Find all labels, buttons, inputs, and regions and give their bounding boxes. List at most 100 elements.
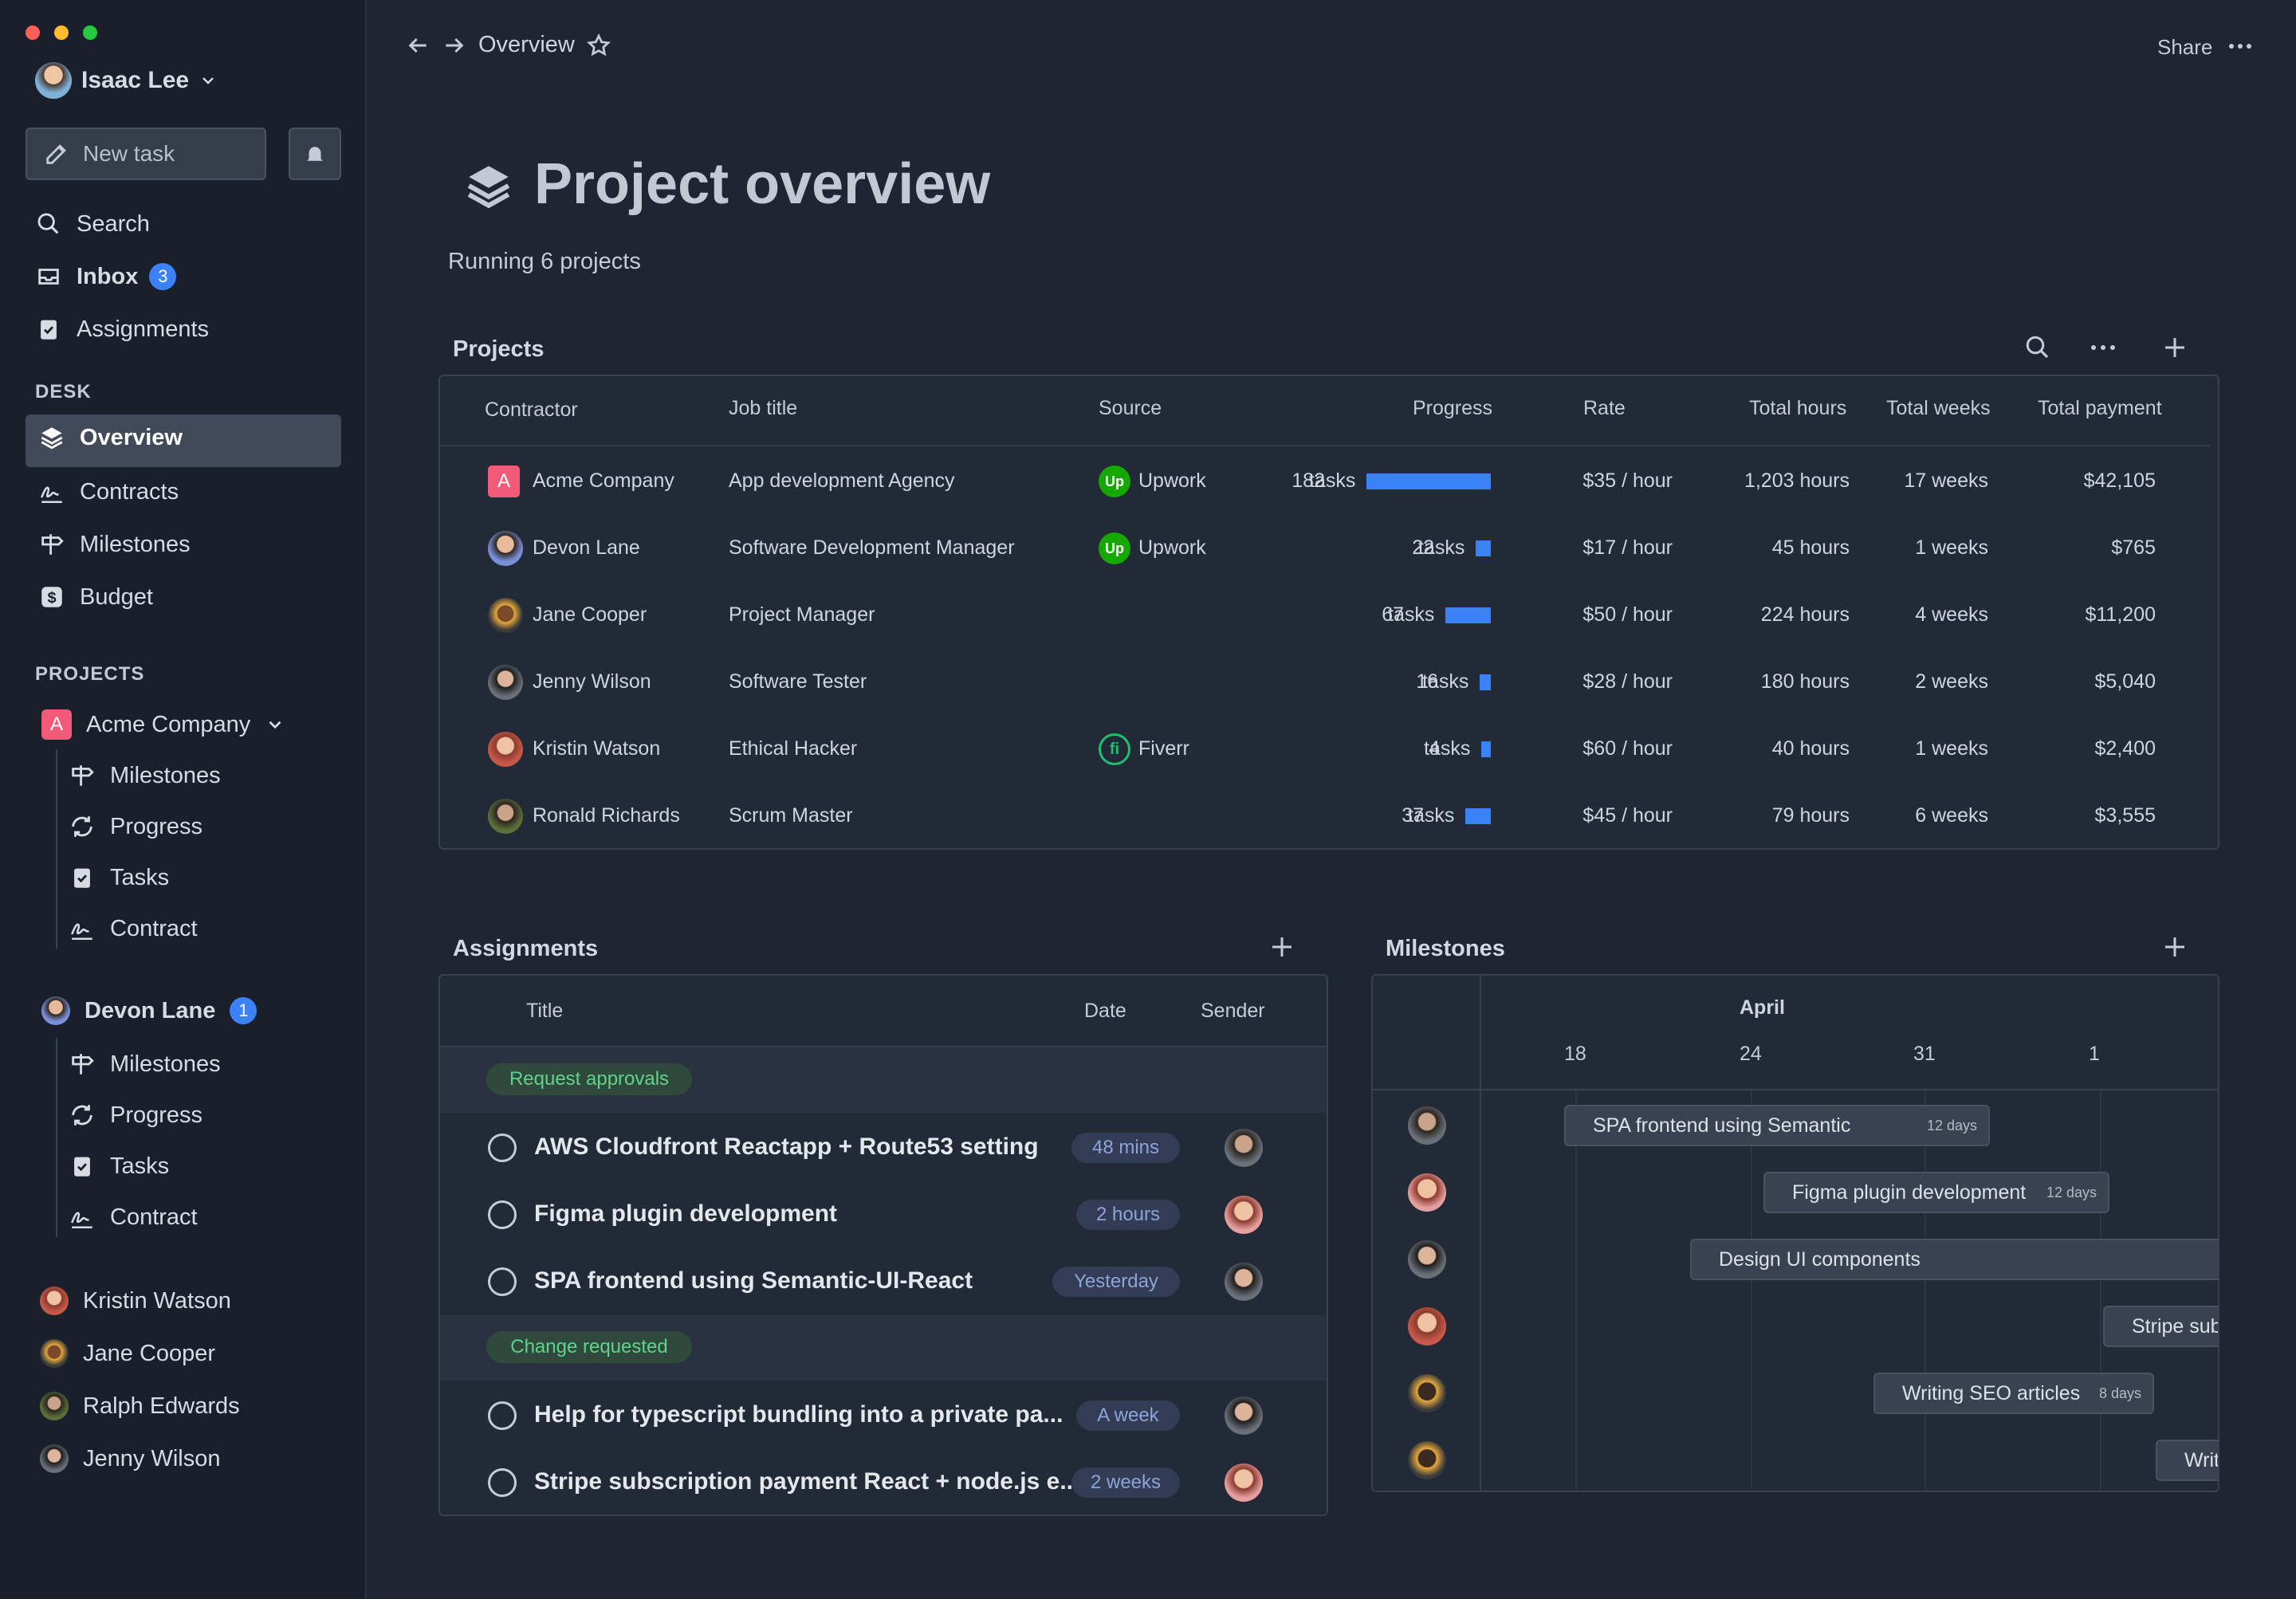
progress-bar xyxy=(1366,473,1491,489)
milestone-duration: 12 days xyxy=(2046,1184,2097,1200)
column-header-total-hours[interactable]: Total hours xyxy=(1749,397,1846,420)
signpost-icon xyxy=(41,534,64,555)
total-payment-value: $5,040 xyxy=(2094,670,2156,693)
acme-tasks[interactable]: Tasks xyxy=(69,864,169,891)
milestone-bar[interactable]: Writing SEO articles 8 days xyxy=(1873,1373,2154,1414)
job-title: Scrum Master xyxy=(729,804,853,827)
devon-tasks-label: Tasks xyxy=(110,1153,170,1179)
column-header-contractor[interactable]: Contractor xyxy=(485,399,578,422)
nav-overview[interactable]: Overview xyxy=(38,424,183,451)
tree-line xyxy=(56,749,57,949)
column-header-sender[interactable]: Sender xyxy=(1201,1000,1265,1023)
acme-contract[interactable]: Contract xyxy=(69,915,198,942)
avatar xyxy=(1225,1263,1263,1301)
milestone-bar[interactable]: Writ xyxy=(2156,1440,2218,1481)
star-icon[interactable] xyxy=(586,33,611,58)
column-header-job-title[interactable]: Job title xyxy=(729,397,797,420)
milestone-bar[interactable]: Stripe sub xyxy=(2103,1306,2218,1347)
source-label: Upwork xyxy=(1138,536,1206,559)
window-zoom-button[interactable] xyxy=(83,26,97,40)
inbox-icon xyxy=(38,269,59,285)
person-ralph[interactable]: Ralph Edwards xyxy=(40,1392,240,1420)
job-title: App development Agency xyxy=(729,469,955,492)
column-header-date[interactable]: Date xyxy=(1084,1000,1126,1023)
nav-inbox-label: Inbox xyxy=(77,263,139,289)
avatar xyxy=(35,62,72,99)
contractor-name[interactable]: Devon Lane xyxy=(533,536,640,560)
more-options-icon[interactable] xyxy=(2227,35,2253,57)
contractor-name[interactable]: Acme Company xyxy=(533,469,674,493)
share-button[interactable]: Share xyxy=(2157,35,2212,60)
nav-assignments[interactable]: Assignments xyxy=(35,316,209,343)
contractor-name[interactable]: Jane Cooper xyxy=(533,603,647,627)
plus-icon[interactable] xyxy=(1268,933,1296,961)
task-checkbox[interactable] xyxy=(488,1133,517,1162)
window-minimize-button[interactable] xyxy=(54,26,69,40)
avatar xyxy=(1408,1441,1446,1479)
total-hours-value: 224 hours xyxy=(1760,603,1850,626)
window-close-button[interactable] xyxy=(26,26,40,40)
devon-tasks[interactable]: Tasks xyxy=(69,1153,169,1180)
person-jane[interactable]: Jane Cooper xyxy=(40,1339,215,1368)
more-options-icon[interactable] xyxy=(2089,338,2117,357)
source-label: Upwork xyxy=(1138,469,1206,492)
task-checkbox[interactable] xyxy=(488,1267,517,1296)
person-jenny[interactable]: Jenny Wilson xyxy=(40,1444,220,1473)
acme-progress-label: Progress xyxy=(110,813,203,839)
task-checkbox[interactable] xyxy=(488,1200,517,1229)
timeline-day: 24 xyxy=(1740,1043,1762,1065)
nav-contracts-label: Contracts xyxy=(80,478,179,505)
user-menu[interactable]: Isaac Lee xyxy=(35,62,218,99)
acme-milestones[interactable]: Milestones xyxy=(69,762,221,789)
milestone-bar[interactable]: SPA frontend using Semantic 12 days xyxy=(1564,1105,1990,1146)
person-kristin[interactable]: Kristin Watson xyxy=(40,1287,231,1315)
devon-milestones[interactable]: Milestones xyxy=(69,1051,221,1078)
assignment-title[interactable]: Stripe subscription payment React + node… xyxy=(534,1468,1079,1495)
nav-inbox[interactable]: Inbox 3 xyxy=(35,263,177,290)
milestones-timeline: April 18 24 31 1 SPA frontend using Semantic… xyxy=(1371,974,2219,1492)
tree-line xyxy=(56,1038,57,1237)
contractor-name[interactable]: Jenny Wilson xyxy=(533,670,651,693)
devon-contract[interactable]: Contract xyxy=(69,1204,198,1231)
column-header-total-payment[interactable]: Total payment xyxy=(2038,397,2162,420)
assignment-title[interactable]: Help for typescript bundling into a priv… xyxy=(534,1401,1063,1428)
contractor-name[interactable]: Kristin Watson xyxy=(533,737,660,760)
total-weeks-value: 1 weeks xyxy=(1915,536,1988,559)
user-name: Isaac Lee xyxy=(81,67,190,93)
page-title: Project overview xyxy=(534,152,991,216)
forward-arrow-icon[interactable] xyxy=(442,33,467,58)
nav-budget[interactable]: $ Budget xyxy=(38,583,153,611)
devon-progress[interactable]: Progress xyxy=(69,1102,202,1129)
assignment-title[interactable]: SPA frontend using Semantic-UI-React xyxy=(534,1267,973,1295)
avatar xyxy=(1408,1240,1446,1279)
column-header-source[interactable]: Source xyxy=(1099,397,1162,420)
project-devon[interactable]: Devon Lane 1 xyxy=(41,996,258,1025)
task-count-unit: tasks xyxy=(1408,804,1455,827)
project-acme[interactable]: A Acme Company xyxy=(41,709,285,740)
new-task-button[interactable]: New task xyxy=(26,128,266,180)
assignment-title[interactable]: Figma plugin development xyxy=(534,1200,837,1228)
column-header-title[interactable]: Title xyxy=(526,1000,563,1023)
timeline-month: April xyxy=(1740,996,1785,1019)
acme-progress[interactable]: Progress xyxy=(69,813,202,840)
timeline-day: 31 xyxy=(1913,1043,1936,1065)
avatar xyxy=(40,1339,69,1368)
nav-contracts[interactable]: Contracts xyxy=(38,478,179,505)
search-icon[interactable] xyxy=(2023,333,2052,362)
notifications-button[interactable] xyxy=(289,128,341,180)
nav-milestones[interactable]: Milestones xyxy=(38,531,191,558)
column-header-total-weeks[interactable]: Total weeks xyxy=(1886,397,1991,420)
task-checkbox[interactable] xyxy=(488,1401,517,1430)
plus-icon[interactable] xyxy=(2160,333,2189,362)
contractor-name[interactable]: Ronald Richards xyxy=(533,804,680,827)
column-header-progress[interactable]: Progress xyxy=(1413,397,1492,420)
task-checkbox[interactable] xyxy=(488,1468,517,1497)
plus-icon[interactable] xyxy=(2160,933,2189,961)
assignment-title[interactable]: AWS Cloudfront Reactapp + Route53 settin… xyxy=(534,1133,1039,1161)
back-arrow-icon[interactable] xyxy=(405,33,431,58)
devon-count-badge: 1 xyxy=(230,997,258,1024)
milestone-bar[interactable]: Design UI components xyxy=(1690,1239,2218,1280)
column-header-rate[interactable]: Rate xyxy=(1583,397,1626,420)
nav-search[interactable]: Search xyxy=(35,210,150,238)
milestone-bar[interactable]: Figma plugin development 12 days xyxy=(1763,1172,2109,1213)
